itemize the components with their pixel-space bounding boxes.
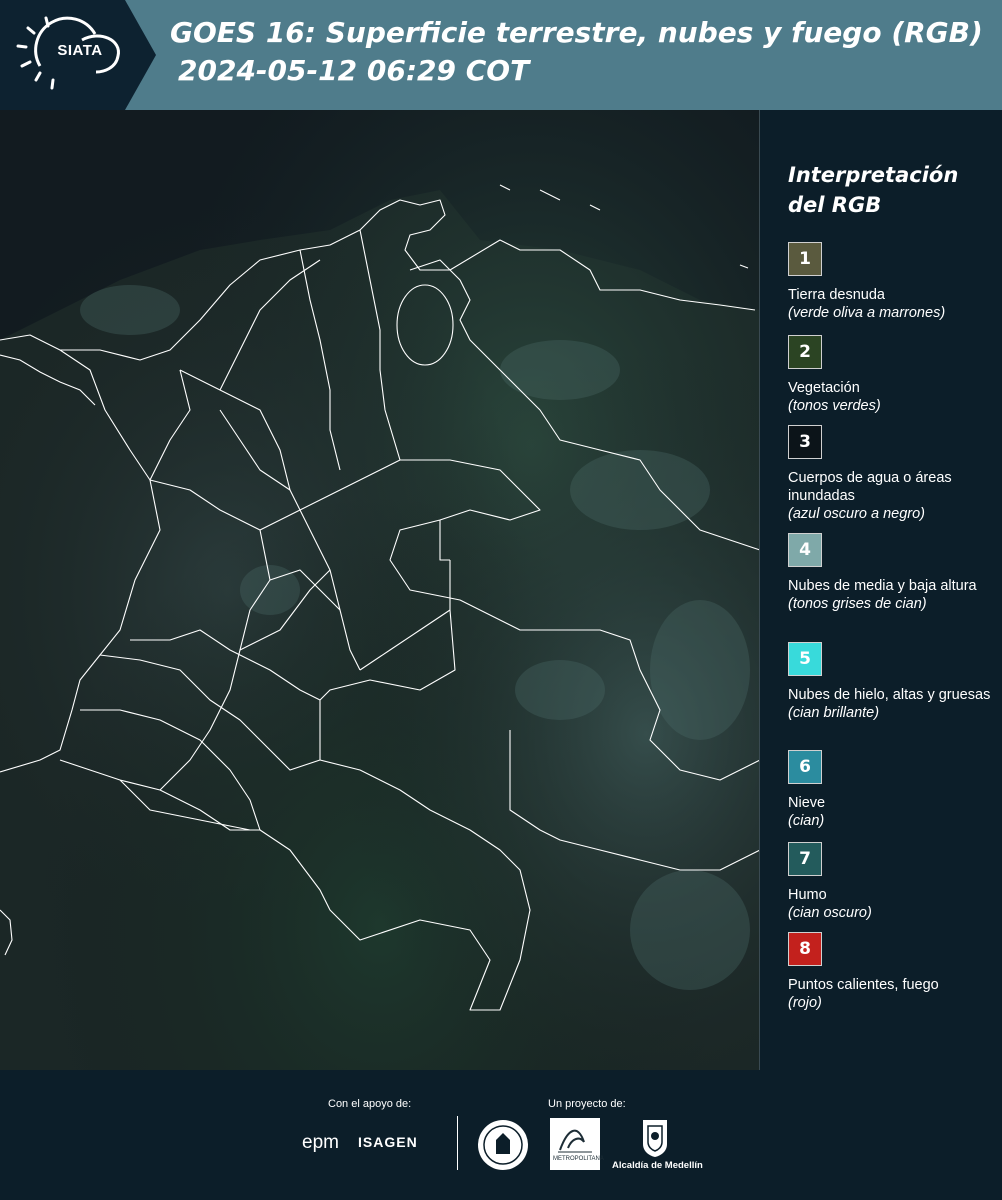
legend-item-desc: (cian brillante) xyxy=(788,705,880,721)
legend-item-cuerpos-agua: 3 Cuerpos de agua o áreas inundadas (azu… xyxy=(788,425,994,523)
legend-item-label: Cuerpos de agua o áreas inundadas xyxy=(788,470,952,504)
footer: Con el apoyo de: Un proyecto de: epm ISA… xyxy=(0,1070,1002,1200)
legend-item-label: Nubes de hielo, altas y gruesas xyxy=(788,687,991,703)
alcaldia-label: Alcaldía de Medellín xyxy=(612,1160,703,1171)
legend-item-desc: (cian) xyxy=(788,813,825,829)
legend-swatch-5: 5 xyxy=(788,642,822,676)
legend-item-desc: (rojo) xyxy=(788,995,822,1011)
support-label: Con el apoyo de: xyxy=(328,1098,412,1110)
gobernacion-seal-icon xyxy=(478,1120,528,1170)
satellite-map xyxy=(0,110,760,1070)
header: SIATA GOES 16: Superficie terrestre, nub… xyxy=(0,0,1002,110)
epm-logo: epm xyxy=(302,1132,339,1153)
legend-item-label: Nubes de media y baja altura xyxy=(788,578,977,594)
legend-item-nieve: 6 Nieve (cian) xyxy=(788,750,994,830)
legend-item-nubes-hielo: 5 Nubes de hielo, altas y gruesas (cian … xyxy=(788,642,994,722)
legend-swatch-1: 1 xyxy=(788,242,822,276)
legend-item-fuego: 8 Puntos calientes, fuego (rojo) xyxy=(788,932,994,1012)
legend-swatch-2: 2 xyxy=(788,335,822,369)
legend-item-vegetacion: 2 Vegetación (tonos verdes) xyxy=(788,335,994,415)
legend-item-nubes-media: 4 Nubes de media y baja altura (tonos gr… xyxy=(788,533,994,613)
legend: Interpretación del RGB 1 Tierra desnuda … xyxy=(788,160,994,1011)
legend-item-desc: (tonos grises de cian) xyxy=(788,596,927,612)
legend-item-desc: (azul oscuro a negro) xyxy=(788,506,926,522)
title-line-1: GOES 16: Superficie terrestre, nubes y f… xyxy=(170,16,983,49)
legend-item-humo: 7 Humo (cian oscuro) xyxy=(788,842,994,922)
legend-item-label: Humo xyxy=(788,887,827,903)
legend-item-label: Vegetación xyxy=(788,380,860,396)
map-image xyxy=(0,110,759,1070)
siata-logo: SIATA xyxy=(0,0,156,110)
legend-item-label: Nieve xyxy=(788,795,826,811)
medellin-coat-of-arms-icon xyxy=(643,1120,667,1157)
footer-divider xyxy=(457,1116,458,1170)
legend-swatch-7: 7 xyxy=(788,842,822,876)
isagen-logo: ISAGEN xyxy=(358,1134,418,1150)
page-title: GOES 16: Superficie terrestre, nubes y f… xyxy=(170,14,990,90)
project-label: Un proyecto de: xyxy=(548,1098,626,1110)
legend-item-tierra-desnuda: 1 Tierra desnuda (verde oliva a marrones… xyxy=(788,242,994,322)
legend-item-desc: (verde oliva a marrones) xyxy=(788,305,946,321)
legend-title: Interpretación del RGB xyxy=(788,163,959,217)
legend-swatch-8: 8 xyxy=(788,932,822,966)
legend-item-label: Tierra desnuda xyxy=(788,287,885,303)
legend-swatch-4: 4 xyxy=(788,533,822,567)
legend-swatch-3: 3 xyxy=(788,425,822,459)
legend-swatch-6: 6 xyxy=(788,750,822,784)
logo-text: SIATA xyxy=(57,42,103,59)
legend-item-desc: (cian oscuro) xyxy=(788,905,872,921)
amva-label: METROPOLITANA xyxy=(553,1156,604,1162)
title-line-2: 2024-05-12 06:29 COT xyxy=(178,54,530,87)
amva-logo xyxy=(550,1118,600,1170)
legend-item-label: Puntos calientes, fuego xyxy=(788,977,939,993)
legend-item-desc: (tonos verdes) xyxy=(788,398,881,414)
